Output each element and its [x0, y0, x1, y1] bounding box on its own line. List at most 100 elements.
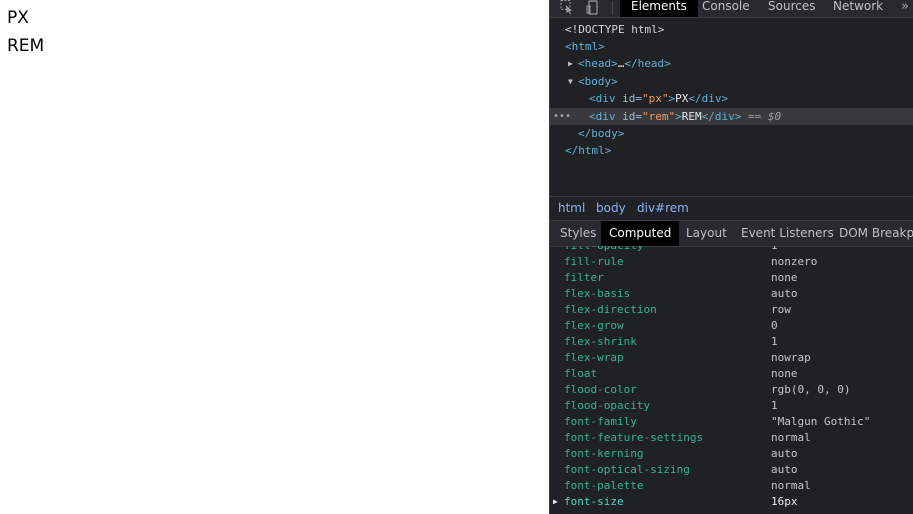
property-value: 1 [771, 246, 778, 254]
chevrons-right-icon[interactable]: » [901, 0, 909, 14]
property-value: auto [771, 287, 798, 300]
property-value: row [771, 303, 791, 316]
tab-console[interactable]: Console [702, 0, 750, 17]
inspect-icon[interactable] [560, 0, 574, 15]
px-text: PX [7, 8, 29, 28]
property-name: flex-shrink [564, 335, 637, 348]
property-name: flood-opacity [564, 399, 651, 412]
tag-gt: > [675, 110, 682, 123]
computed-property-row[interactable]: flex-basis auto [550, 286, 913, 302]
computed-property-row[interactable]: font-feature-settings normal [550, 430, 913, 446]
property-value: 0 [771, 319, 778, 332]
property-value: normal [771, 431, 811, 444]
tree-node-body[interactable]: ▼ <body> [550, 73, 913, 90]
computed-property-row[interactable]: flood-color rgb(0, 0, 0) [550, 382, 913, 398]
property-value: "Malgun Gothic" [771, 415, 871, 428]
property-name: font-size [564, 495, 624, 508]
computed-property-row[interactable]: font-family "Malgun Gothic" [550, 414, 913, 430]
property-name: flood-color [564, 383, 637, 396]
computed-property-row[interactable]: flex-grow 0 [550, 318, 913, 334]
tree-node-doctype[interactable]: <!DOCTYPE html> [550, 21, 913, 38]
device-toggle-icon[interactable] [586, 0, 600, 15]
computed-property-row[interactable]: fill-opacity 1 [550, 246, 913, 254]
property-name: font-family [564, 415, 637, 428]
computed-property-row[interactable]: font-kerning auto [550, 446, 913, 462]
property-name: font-palette [564, 479, 644, 492]
div-close-tag: </div> [688, 92, 729, 105]
property-name: flex-basis [564, 287, 631, 300]
property-name: font-feature-settings [564, 431, 704, 444]
div-text-px: PX [675, 92, 689, 105]
breadcrumb: html body div#rem [550, 196, 913, 221]
property-name: float [564, 367, 598, 380]
property-name: flex-grow [564, 319, 624, 332]
tree-node-div-px[interactable]: <div id="px">PX</div> [550, 90, 913, 107]
div-close-tag: </div> [701, 110, 742, 123]
tree-node-html[interactable]: <html> [550, 38, 913, 55]
attr-eq: = [635, 92, 642, 105]
property-name: flex-wrap [564, 351, 624, 364]
html-open-tag: <html> [565, 40, 605, 53]
body-open-tag: <body> [578, 75, 618, 88]
subtab-styles[interactable]: Styles [560, 221, 596, 246]
computed-property-row-font-size[interactable]: ▶ font-size 16px [550, 494, 913, 510]
collapse-triangle-icon[interactable]: ▼ [568, 73, 573, 90]
subtab-dom-breakpoints[interactable]: DOM Breakpoints [839, 221, 913, 246]
computed-property-row[interactable]: fill-rule nonzero [550, 254, 913, 270]
property-value: nonzero [771, 255, 818, 268]
div-open-tag: <div [589, 92, 616, 105]
breadcrumb-html[interactable]: html [558, 201, 585, 215]
breadcrumb-body[interactable]: body [596, 201, 626, 215]
tree-node-html-close[interactable]: </html> [550, 142, 913, 159]
div-text-rem: REM [681, 110, 702, 123]
id-value-px: "px" [642, 92, 669, 105]
subtab-event-listeners[interactable]: Event Listeners [741, 221, 834, 246]
elements-tree: <!DOCTYPE html> <html> ▶ <head>…</head> … [550, 18, 913, 195]
property-value: none [771, 271, 798, 284]
id-attribute: id [622, 92, 636, 105]
devtools-tabbar: Elements Console Sources Network » [550, 0, 913, 18]
computed-property-row[interactable]: font-optical-sizing auto [550, 462, 913, 478]
property-value: 16px [771, 495, 798, 508]
tab-elements[interactable]: Elements [620, 0, 698, 17]
property-value: 1 [771, 335, 778, 348]
head-open-tag: <head> [578, 57, 618, 70]
devtools-panel: Elements Console Sources Network » <!DOC… [549, 0, 913, 514]
tab-network[interactable]: Network [833, 0, 883, 17]
computed-property-row[interactable]: filter none [550, 270, 913, 286]
computed-property-row[interactable]: flex-direction row [550, 302, 913, 318]
breadcrumb-div-rem[interactable]: div#rem [637, 201, 689, 215]
property-value: auto [771, 463, 798, 476]
computed-property-row[interactable]: flex-wrap nowrap [550, 350, 913, 366]
body-close-tag: </body> [578, 127, 625, 140]
id-value-rem: "rem" [642, 110, 676, 123]
html-close-tag: </html> [565, 144, 612, 157]
tab-sources[interactable]: Sources [768, 0, 815, 17]
expand-triangle-icon[interactable]: ▶ [568, 55, 573, 72]
expand-triangle-icon[interactable]: ▶ [553, 494, 558, 510]
computed-property-row[interactable]: font-palette normal [550, 478, 913, 494]
rem-text: REM [7, 36, 45, 56]
property-name: filter [564, 271, 604, 284]
property-value: none [771, 367, 798, 380]
tree-node-head[interactable]: ▶ <head>…</head> [550, 55, 913, 72]
computed-property-row[interactable]: flex-shrink 1 [550, 334, 913, 350]
id-attribute: id [622, 110, 636, 123]
row-menu-icon[interactable]: ••• [553, 108, 571, 125]
rendered-page: PX REM [0, 0, 549, 514]
subtab-computed[interactable]: Computed [601, 221, 680, 246]
doctype-text: <!DOCTYPE html> [565, 23, 665, 36]
computed-property-row[interactable]: flood-opacity 1 [550, 398, 913, 414]
computed-properties: fill-opacity 1 fill-rule nonzero filter … [550, 246, 913, 514]
property-value: normal [771, 479, 811, 492]
computed-property-row[interactable]: float none [550, 366, 913, 382]
tree-node-div-rem[interactable]: ••• <div id="rem">REM</div> == $0 [550, 108, 913, 125]
tree-node-body-close[interactable]: </body> [550, 125, 913, 142]
styles-subtabs: Styles Computed Layout Event Listeners D… [550, 221, 913, 247]
property-name: fill-rule [564, 255, 624, 268]
property-value: rgb(0, 0, 0) [771, 383, 851, 396]
property-value: 1 [771, 399, 778, 412]
property-name: font-optical-sizing [564, 463, 690, 476]
div-open-tag: <div [589, 110, 616, 123]
subtab-layout[interactable]: Layout [686, 221, 727, 246]
